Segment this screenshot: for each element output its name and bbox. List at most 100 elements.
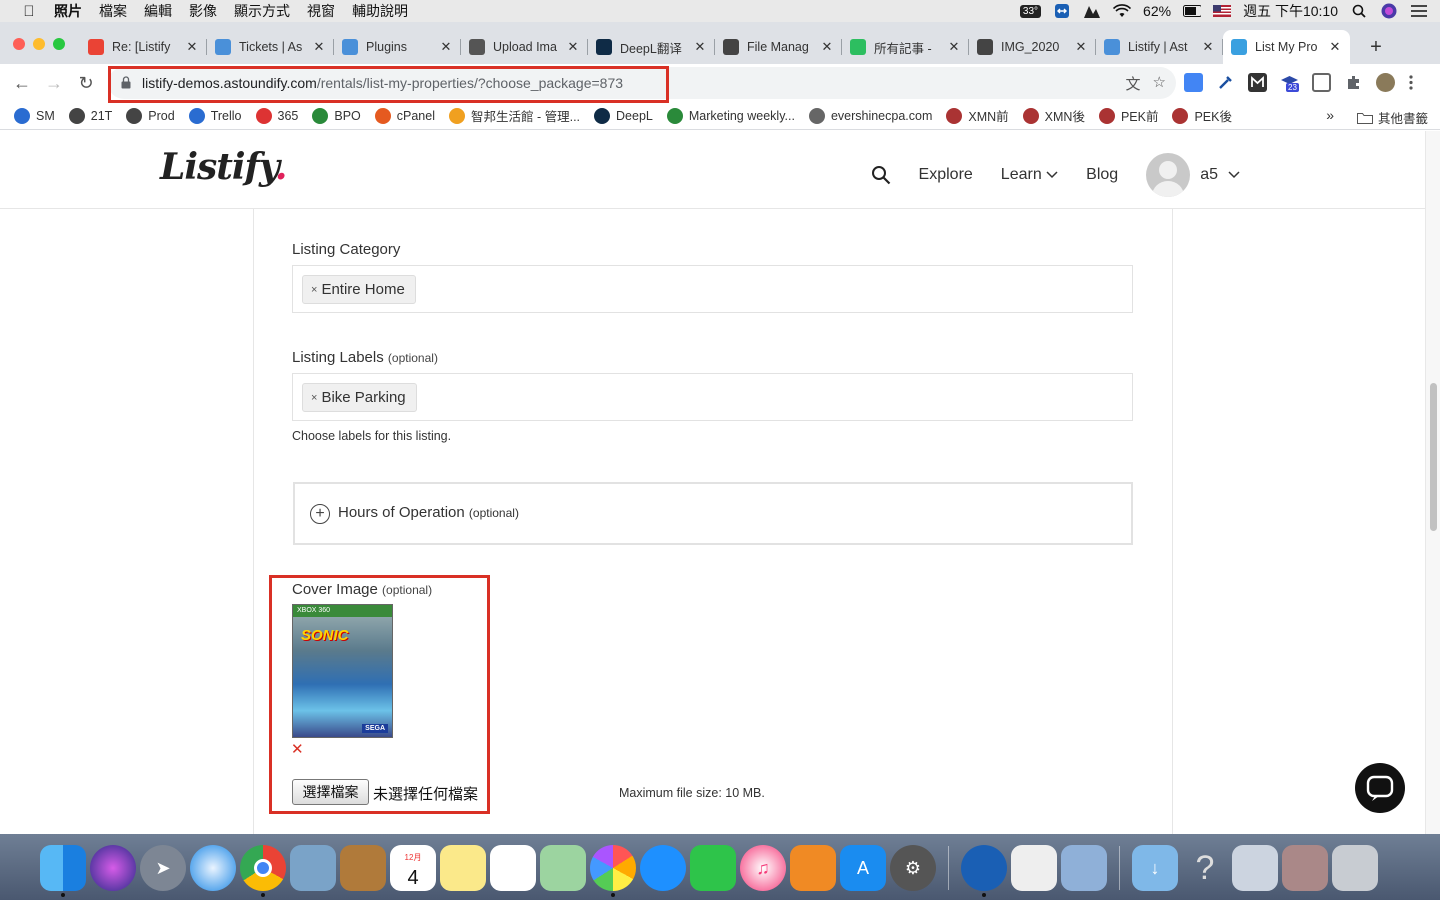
bookmark-item[interactable]: 365: [255, 107, 298, 124]
nav-explore[interactable]: Explore: [919, 166, 973, 184]
google-translate-extension-icon[interactable]: [1184, 73, 1203, 92]
calendar-icon[interactable]: 12月 4: [390, 845, 436, 891]
menu-window[interactable]: 視窗: [307, 1, 335, 21]
bookmarks-overflow-chevron[interactable]: »: [1326, 107, 1334, 123]
bookmark-item[interactable]: BPO: [312, 107, 361, 124]
maps-icon[interactable]: [540, 845, 586, 891]
tab-close-icon[interactable]: ✕: [439, 39, 453, 55]
tab-close-icon[interactable]: ✕: [947, 39, 961, 55]
translate-icon[interactable]: 文: [1126, 73, 1141, 94]
tab-close-icon[interactable]: ✕: [185, 39, 199, 55]
siri-icon[interactable]: [1380, 3, 1398, 19]
other-bookmarks-folder[interactable]: 其他書籤: [1356, 108, 1428, 127]
browser-tab[interactable]: Listify | Ast ✕: [1096, 30, 1223, 64]
menu-file[interactable]: 檔案: [99, 1, 127, 21]
spotlight-search-icon[interactable]: [1350, 3, 1368, 19]
bookmark-item[interactable]: PEK後: [1172, 106, 1232, 125]
tab-close-icon[interactable]: ✕: [312, 39, 326, 55]
teamviewer-icon[interactable]: [961, 845, 1007, 897]
menu-help[interactable]: 輔助說明: [352, 1, 408, 21]
contacts-icon[interactable]: [340, 845, 386, 891]
bookmark-item[interactable]: Prod: [126, 107, 175, 124]
remove-image-icon[interactable]: ✕: [291, 740, 304, 758]
browser-tab[interactable]: Upload Ima ✕: [461, 30, 588, 64]
forward-arrow-icon[interactable]: →: [43, 72, 65, 94]
bookmark-item[interactable]: 智邦生活館 - 管理...: [449, 106, 580, 125]
browser-tab[interactable]: File Manag ✕: [715, 30, 842, 64]
search-icon[interactable]: [871, 165, 891, 185]
bookmark-item[interactable]: SM: [14, 107, 55, 124]
browser-tab[interactable]: Plugins ✕: [334, 30, 461, 64]
tab-close-icon[interactable]: ✕: [693, 39, 707, 55]
menubar-clock[interactable]: 週五 下午10:10: [1243, 1, 1338, 21]
textedit-icon[interactable]: [1011, 845, 1057, 891]
app-store-icon[interactable]: A: [840, 845, 886, 891]
preview-icon[interactable]: [1061, 845, 1107, 891]
reminders-icon[interactable]: [490, 845, 536, 891]
tab-close-icon[interactable]: ✕: [566, 39, 580, 55]
window-close-icon[interactable]: [13, 38, 25, 50]
facetime-icon[interactable]: [690, 845, 736, 891]
reload-icon[interactable]: ↻: [75, 72, 97, 94]
screenshot-stack-icon[interactable]: [1232, 845, 1278, 891]
browser-tab[interactable]: 所有記事 - ✕: [842, 30, 969, 64]
browser-tab[interactable]: Re: [Listify ✕: [80, 30, 207, 64]
chrome-icon[interactable]: [240, 845, 286, 897]
window-minimize-icon[interactable]: [33, 38, 45, 50]
menu-photos[interactable]: 照片: [54, 1, 82, 21]
listify-logo[interactable]: Listify.: [160, 146, 287, 188]
bookmark-item[interactable]: Trello: [188, 107, 242, 124]
bookmark-item[interactable]: evershinecpa.com: [808, 107, 932, 124]
hours-of-operation-toggle[interactable]: + Hours of Operation (optional): [293, 482, 1133, 545]
bookmark-star-icon[interactable]: ☆: [1153, 73, 1166, 94]
user-menu[interactable]: a5: [1146, 153, 1240, 197]
chip-remove-icon[interactable]: ×: [311, 392, 317, 404]
teamviewer-icon[interactable]: [1053, 3, 1071, 19]
school-extension-icon[interactable]: 23: [1280, 73, 1299, 92]
nav-blog[interactable]: Blog: [1086, 166, 1118, 184]
notes-icon[interactable]: [440, 845, 486, 891]
menu-image[interactable]: 影像: [189, 1, 217, 21]
photos-icon[interactable]: [590, 845, 636, 897]
siri-icon[interactable]: [90, 845, 136, 891]
music-icon[interactable]: ♫: [740, 845, 786, 891]
notification-center-icon[interactable]: [1410, 3, 1428, 19]
battery-percent[interactable]: 62%: [1143, 3, 1171, 19]
window-zoom-icon[interactable]: [53, 38, 65, 50]
back-arrow-icon[interactable]: ←: [11, 72, 33, 94]
tab-close-icon[interactable]: ✕: [820, 39, 834, 55]
apple-menu-icon[interactable]: : [18, 3, 40, 20]
bookmark-item[interactable]: 21T: [68, 107, 112, 124]
browser-tab[interactable]: DeepL翻译 ✕: [588, 30, 715, 64]
new-tab-button[interactable]: +: [1366, 36, 1386, 59]
puzzle-extensions-icon[interactable]: [1344, 73, 1363, 92]
safari-icon[interactable]: [190, 845, 236, 891]
finder-icon[interactable]: [40, 845, 86, 897]
browser-tab[interactable]: IMG_2020 ✕: [969, 30, 1096, 64]
downloads-folder-icon[interactable]: ↓: [1132, 845, 1178, 891]
bookmark-item[interactable]: XMN前: [946, 106, 1009, 125]
trash-icon[interactable]: [1332, 845, 1378, 891]
books-icon[interactable]: [790, 845, 836, 891]
listing-labels-select[interactable]: × Bike Parking: [292, 373, 1133, 421]
scrollbar-thumb[interactable]: [1430, 383, 1437, 531]
chrome-menu-icon[interactable]: [1408, 73, 1414, 92]
browser-tab[interactable]: List My Pro ✕: [1223, 30, 1350, 64]
bookmark-item[interactable]: XMN後: [1022, 106, 1085, 125]
menu-edit[interactable]: 編輯: [144, 1, 172, 21]
launchpad-icon[interactable]: ➤: [140, 845, 186, 891]
choose-file-button[interactable]: 選擇檔案: [292, 779, 369, 805]
tab-close-icon[interactable]: ✕: [1074, 39, 1088, 55]
tab-close-icon[interactable]: ✕: [1328, 39, 1342, 55]
chat-support-button[interactable]: [1355, 763, 1405, 813]
input-flag-icon[interactable]: [1213, 3, 1232, 19]
messages-icon[interactable]: [640, 845, 686, 891]
help-question-icon[interactable]: ?: [1182, 845, 1228, 891]
gmail-m-extension-icon[interactable]: [1248, 73, 1267, 92]
photo-stack-icon[interactable]: [1282, 845, 1328, 891]
mail-stamp-icon[interactable]: [290, 845, 336, 891]
wifi-icon[interactable]: [1113, 3, 1132, 19]
menu-view[interactable]: 顯示方式: [234, 1, 290, 21]
app-status-icon[interactable]: [1083, 3, 1101, 19]
chat-extension-icon[interactable]: [1312, 73, 1331, 92]
